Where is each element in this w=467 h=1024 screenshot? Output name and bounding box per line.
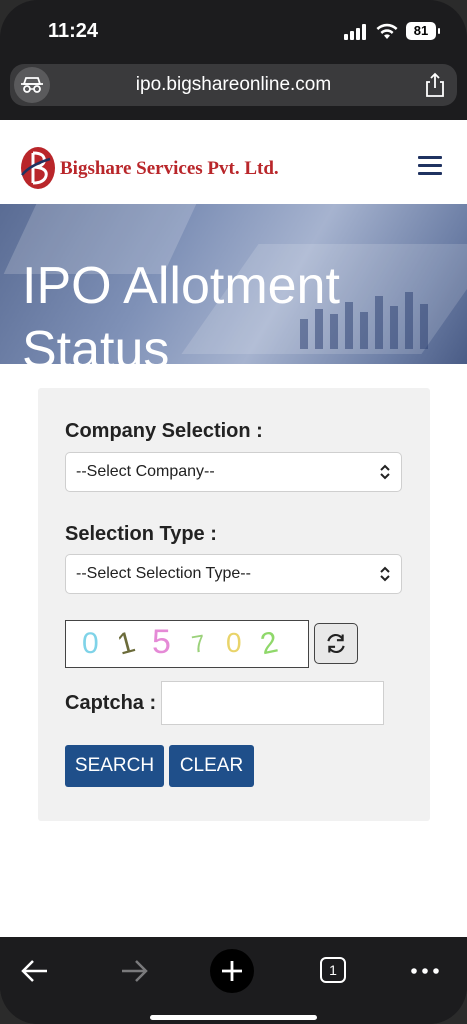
selection-type-label: Selection Type : (65, 523, 217, 545)
logo-text[interactable]: Bigshare Services Pvt. Ltd. (60, 158, 279, 180)
more-icon[interactable] (403, 949, 447, 993)
status-bar: 11:24 81 (0, 0, 467, 60)
captcha-refresh-button[interactable] (314, 623, 358, 664)
selection-type-select[interactable]: --Select Selection Type-- (65, 554, 402, 594)
browser-toolbar: 1 (0, 937, 467, 1024)
bigshare-logo-icon[interactable] (20, 145, 56, 191)
captcha-digit: 0 (82, 627, 99, 660)
web-page: Bigshare Services Pvt. Ltd. IPO Allotmen… (0, 120, 467, 937)
company-select[interactable]: --Select Company-- (65, 452, 402, 492)
hero-banner: IPO Allotment Status (0, 204, 467, 364)
search-button[interactable]: SEARCH (65, 745, 164, 787)
home-indicator (150, 1015, 317, 1020)
select-arrows-icon (380, 464, 390, 480)
captcha-image: 0 1 5 7 0 2 (65, 620, 309, 668)
page-title: IPO Allotment Status (22, 257, 340, 364)
url-text[interactable]: ipo.bigshareonline.com (10, 74, 457, 96)
new-tab-icon[interactable] (210, 949, 254, 993)
address-bar[interactable]: ipo.bigshareonline.com (10, 64, 457, 106)
back-icon[interactable] (13, 949, 57, 993)
cellular-signal-icon (344, 24, 370, 40)
status-time: 11:24 (48, 20, 99, 42)
tabs-icon[interactable]: 1 (312, 949, 356, 993)
allotment-form: Company Selection : --Select Company-- S… (38, 388, 430, 821)
site-header: Bigshare Services Pvt. Ltd. (0, 120, 467, 204)
captcha-digit: 2 (257, 625, 281, 662)
share-icon[interactable] (423, 72, 447, 98)
captcha-digit: 7 (189, 630, 208, 659)
select-arrows-icon (380, 566, 390, 582)
captcha-digit: 5 (152, 623, 171, 661)
battery-indicator: 81 (406, 22, 440, 40)
captcha-label: Captcha : (65, 692, 157, 714)
company-selection-label: Company Selection : (65, 420, 263, 442)
refresh-icon (327, 633, 345, 654)
clear-button[interactable]: CLEAR (169, 745, 254, 787)
phone-screen: 11:24 81 ipo.bigshareonline.com Bigshare… (0, 0, 467, 1024)
hamburger-icon[interactable] (418, 156, 442, 176)
tab-count: 1 (320, 957, 346, 983)
wifi-icon (376, 23, 398, 39)
captcha-input[interactable] (161, 681, 384, 725)
forward-icon[interactable] (112, 949, 156, 993)
captcha-digit: 0 (226, 627, 242, 658)
captcha-digit: 1 (113, 625, 139, 662)
